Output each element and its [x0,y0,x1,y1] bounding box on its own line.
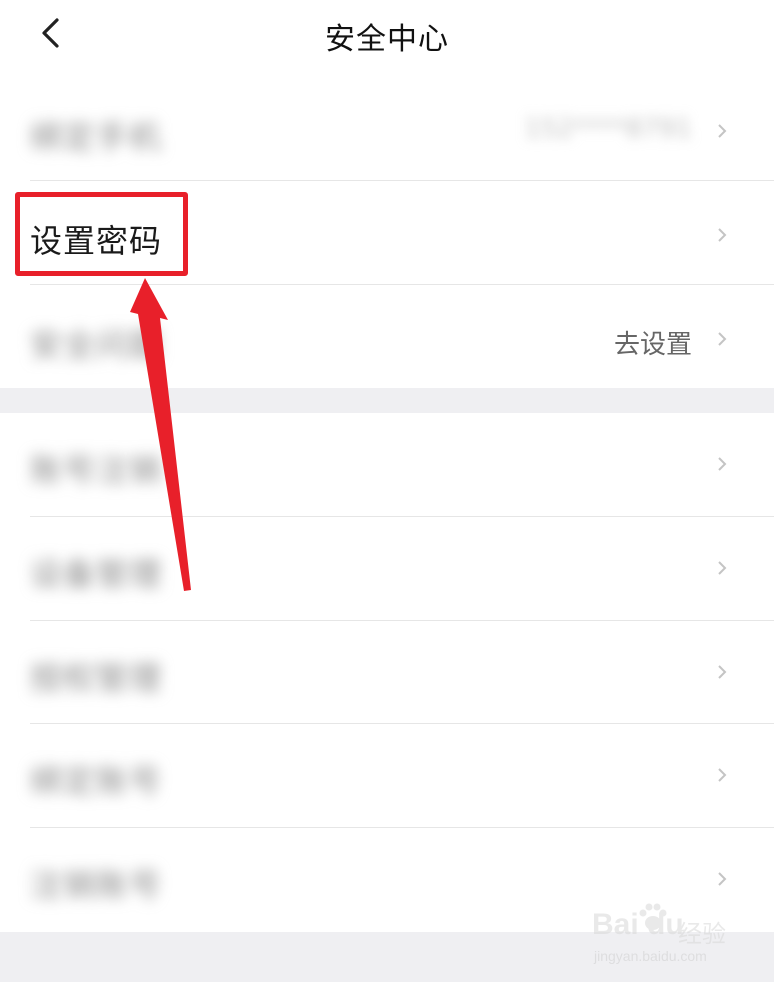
nav-bar: 安全中心 [0,0,774,80]
row-label: 绑定手机 [30,118,163,156]
row-bind-account-item[interactable]: 绑定账号 [0,724,774,827]
watermark-cn: 经验 [678,920,726,948]
row-value: 去设置 [613,330,692,360]
row-label: 安全问题 [30,326,163,364]
page-title: 安全中心 [325,22,449,57]
row-auth-item[interactable]: 授权管理 [0,621,774,724]
divider [30,284,774,285]
row-label: 设备管理 [30,555,163,593]
watermark: Bai du 经验 jingyan.baidu.com [592,900,742,970]
row-device-item[interactable]: 设备管理 [0,517,774,620]
row-label: 账号注销 [30,451,163,489]
watermark-url: jingyan.baidu.com [594,948,707,964]
row-account-item[interactable]: 账号注销 [0,413,774,516]
chevron-right-icon [718,124,727,138]
divider [30,180,774,181]
chevron-right-icon [718,457,727,471]
row-bind-phone[interactable]: 绑定手机 152****8791 [0,80,774,183]
row-label: 绑定账号 [30,762,163,800]
row-value: 152****8791 [524,114,692,144]
row-label: 授权管理 [30,659,163,697]
section-separator [0,388,774,413]
row-label: 注销账号 [30,866,163,904]
chevron-right-icon [718,332,727,346]
paw-icon [639,903,667,930]
chevron-right-icon [718,561,727,575]
chevron-right-icon [718,228,727,242]
chevron-right-icon [718,768,727,782]
highlight-box [15,192,188,276]
chevron-right-icon [718,665,727,679]
chevron-right-icon [718,872,727,886]
row-security-question[interactable]: 安全问题 去设置 [0,288,774,391]
